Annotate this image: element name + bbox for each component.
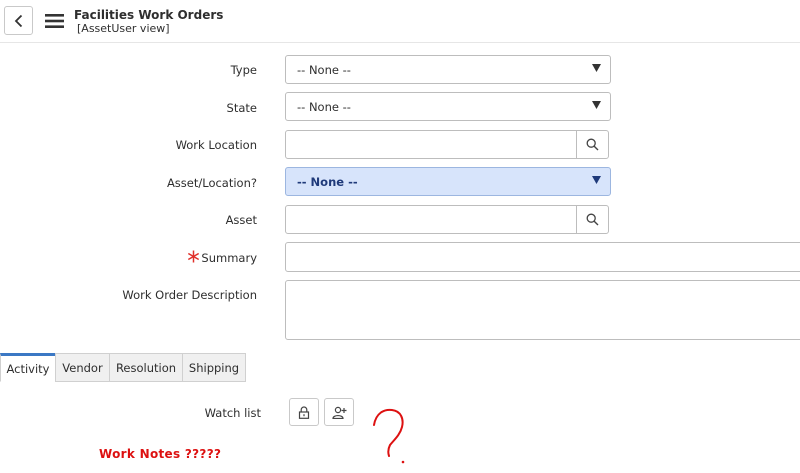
asset-location-label: Asset/Location? [166, 176, 257, 190]
tab-resolution[interactable]: Resolution [109, 353, 183, 382]
asset-location-select[interactable]: -- None -- [285, 167, 611, 196]
tab-shipping[interactable]: Shipping [182, 353, 246, 382]
lock-icon [298, 405, 310, 419]
chevron-left-icon [14, 14, 22, 27]
form-header: Facilities Work Orders [AssetUser view] [0, 0, 800, 43]
description-label: Work Order Description [122, 288, 257, 302]
search-icon [586, 213, 599, 226]
work-location-lookup-button[interactable] [576, 131, 608, 158]
state-label: State [226, 101, 257, 115]
asset-location-value: -- None -- [297, 175, 358, 189]
add-user-icon [331, 406, 346, 419]
asset-field[interactable] [285, 205, 609, 234]
tab-vendor[interactable]: Vendor [55, 353, 110, 382]
dropdown-arrow-icon [592, 64, 601, 72]
tab-activity[interactable]: Activity [0, 353, 56, 382]
hamburger-menu-icon[interactable] [45, 14, 64, 28]
back-button[interactable] [4, 6, 33, 35]
asset-label: Asset [225, 213, 257, 227]
work-notes-annotation: Work Notes ????? [99, 447, 222, 461]
state-value: -- None -- [297, 100, 351, 114]
question-mark-scribble [373, 408, 405, 464]
type-value: -- None -- [297, 63, 351, 77]
type-select[interactable]: -- None -- [285, 55, 611, 84]
summary-input[interactable] [285, 242, 800, 272]
asset-lookup-button[interactable] [576, 206, 608, 233]
add-me-watch-list-button[interactable] [324, 398, 354, 426]
summary-label: Summary [201, 251, 257, 265]
search-icon [586, 138, 599, 151]
work-location-field[interactable] [285, 130, 609, 159]
page-title: Facilities Work Orders [74, 8, 224, 22]
dropdown-arrow-icon [592, 176, 601, 184]
type-label: Type [230, 63, 257, 77]
view-name: [AssetUser view] [77, 22, 170, 35]
watch-list-label: Watch list [204, 406, 261, 420]
dropdown-arrow-icon [592, 101, 601, 109]
unlock-watch-list-button[interactable] [289, 398, 319, 426]
state-select[interactable]: -- None -- [285, 92, 611, 121]
work-location-label: Work Location [175, 138, 257, 152]
description-textarea[interactable] [285, 280, 800, 340]
required-asterisk-icon [187, 250, 200, 263]
